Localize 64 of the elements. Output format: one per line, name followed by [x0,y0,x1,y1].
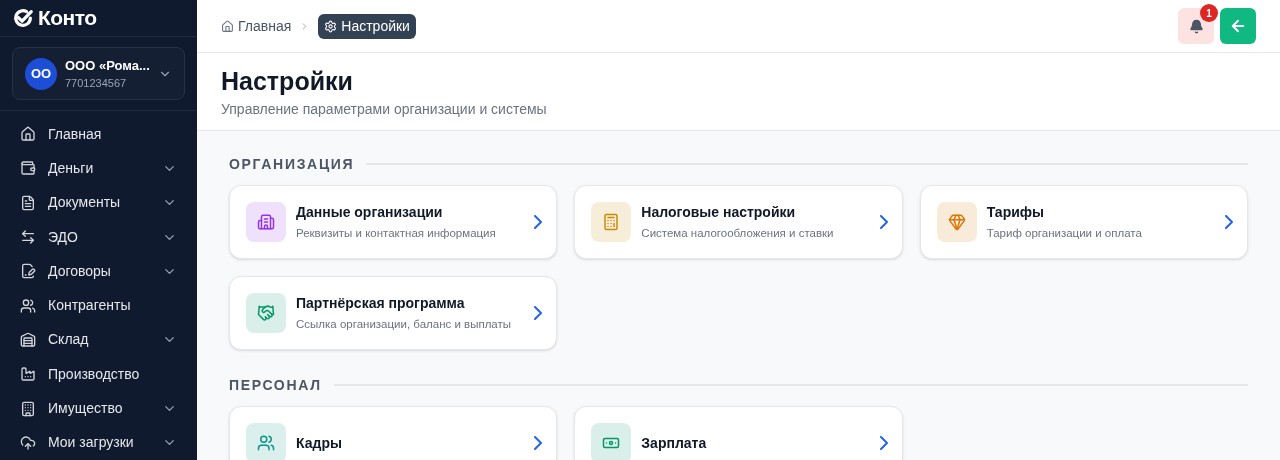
chevron-right-icon [534,436,543,450]
card-description: Реквизиты и контактная информация [296,226,497,241]
settings-icon [324,19,338,33]
section-heading: ПЕРСОНАЛ [229,376,322,394]
handshake-icon [257,304,275,322]
people-icon [257,434,275,452]
page-subtitle: Управление параметрами организации и системы [221,100,548,119]
card-title: Зарплата [641,434,708,452]
sidebar-item[interactable]: Производство [0,357,197,392]
settings-card[interactable]: Тарифы Тариф организации и оплата [919,185,1248,259]
settings-card[interactable]: Кадры [229,406,558,460]
organization-switcher[interactable]: ОО ООО «Рома... 7701234567 [12,47,185,101]
sidebar-item[interactable]: Склад [0,322,197,358]
section-heading: ОРГАНИЗАЦИЯ [229,155,355,173]
wallet-icon [20,160,36,177]
card-description: Тариф организации и оплата [986,226,1143,241]
building-icon [257,213,275,231]
card-title: Партнёрская программа [296,294,466,312]
sidebar-item[interactable]: Главная [0,117,197,152]
home-icon [20,126,36,143]
notification-count-badge: 1 [1200,4,1218,22]
settings-card[interactable]: Налоговые настройки Система налогообложения и ставки [574,185,903,259]
page-title: Настройки [221,66,354,97]
card-description: Ссылка организации, баланс и выплаты [296,317,513,332]
card-description: Система налогообложения и ставки [641,226,835,241]
organization-inn: 7701234567 [65,76,128,92]
factory-icon [20,366,36,383]
breadcrumb-link[interactable]: Настройки [318,13,416,39]
chevron-right-icon [1225,215,1233,229]
sidebar-item[interactable]: Договоры [0,254,197,289]
contract-icon [20,263,36,280]
sidebar-item[interactable]: Контрагенты [0,288,197,323]
brand-name: Конто [38,5,97,32]
organization-name: ООО «Рома... [65,56,150,75]
settings-card[interactable]: Партнёрская программа Ссылка организации, баланс и выплаты [229,276,558,350]
warehouse-icon [20,331,36,348]
calculator-icon [602,213,621,231]
document-icon [20,194,36,211]
sidebar-item[interactable]: Мои загрузки [0,425,197,460]
chevron-right-icon [534,215,543,229]
chevron-right-icon [879,215,888,229]
card-title: Налоговые настройки [641,203,797,221]
sidebar-item[interactable]: Имущество [0,391,197,426]
sidebar-item[interactable]: Деньги [0,151,197,186]
card-title: Тарифы [986,203,1045,221]
cloud-upload-icon [20,434,36,451]
settings-card[interactable]: Зарплата [574,406,903,460]
card-title: Данные организации [296,203,444,221]
card-title: Кадры [296,434,343,452]
building-icon [20,400,36,417]
people-icon [20,297,36,314]
gem-icon [947,213,966,231]
sidebar-item[interactable]: ЭДО [0,219,197,255]
settings-card[interactable]: Данные организации Реквизиты и контактная информация [229,185,558,259]
breadcrumb-link[interactable]: Главная [221,15,292,37]
back-button[interactable] [1220,8,1256,44]
transfer-icon [20,229,36,246]
home-icon [221,19,234,33]
chevron-right-icon [534,306,543,320]
organization-avatar: ОО [25,57,57,90]
chevron-right-icon [879,436,888,450]
sidebar-item[interactable]: Документы [0,185,197,220]
logo-check-icon [12,7,34,29]
bell-icon [1188,18,1204,34]
